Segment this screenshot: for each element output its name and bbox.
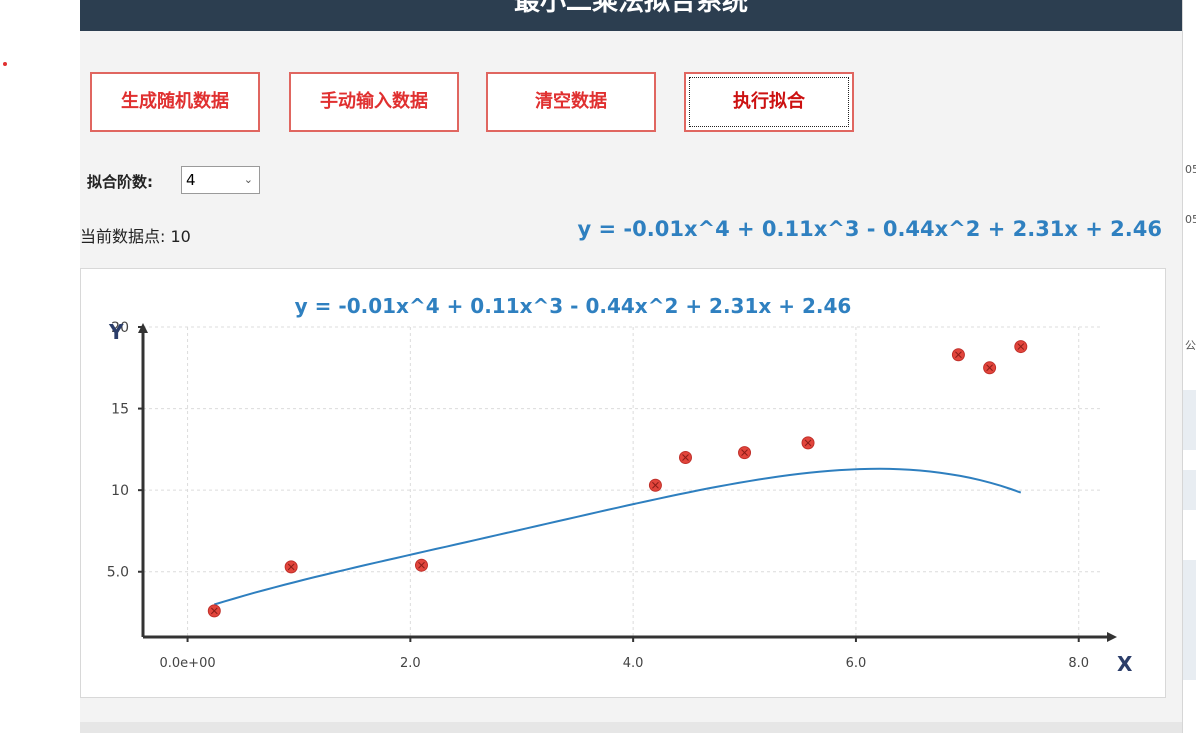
y-axis-label: Y <box>108 320 124 344</box>
chevron-down-icon: ⌄ <box>243 173 253 186</box>
data-point <box>738 446 752 460</box>
x-tick-label: 2.0 <box>400 656 421 671</box>
data-point <box>207 604 221 618</box>
data-point <box>983 361 997 375</box>
x-axis-label: X <box>1117 652 1133 676</box>
fit-chart: 0.0e+00 2.0 4.0 6.0 8.05.0101520 y = -0.01x^… <box>107 294 1133 676</box>
red-marker-dot <box>3 62 7 66</box>
x-tick-label: 4.0 <box>623 656 644 671</box>
background-window-strip: 05 05 公 <box>1182 0 1196 733</box>
background-text-fragment: 05 <box>1185 213 1196 226</box>
x-tick-label: 8.0 <box>1068 656 1089 671</box>
x-tick-label: 0.0e+00 <box>160 656 216 671</box>
data-point <box>414 558 428 572</box>
data-point-count: 当前数据点: 10 <box>80 227 191 246</box>
background-band <box>1183 560 1196 680</box>
chart-title: y = -0.01x^4 + 0.11x^3 - 0.44x^2 + 2.31x… <box>295 294 852 318</box>
clear-data-button[interactable]: 清空数据 <box>486 72 656 132</box>
data-point <box>951 348 965 362</box>
left-background-strip <box>0 0 80 733</box>
y-tick-label: 10 <box>111 483 129 499</box>
status-bar <box>80 722 1182 733</box>
data-point <box>801 436 815 450</box>
degree-label: 拟合阶数: <box>87 173 153 191</box>
data-points <box>207 340 1028 618</box>
app-window: 最小二乘法拟合系统 生成随机数据 手动输入数据 清空数据 执行拟合 拟合阶数: … <box>80 0 1182 733</box>
window-title: 最小二乘法拟合系统 <box>80 0 1182 31</box>
fit-curve <box>214 467 1022 606</box>
degree-value: 4 <box>186 171 196 189</box>
chart-grid <box>143 326 1101 637</box>
background-text-fragment: 05 <box>1185 163 1196 176</box>
execute-fit-button[interactable]: 执行拟合 <box>684 72 854 132</box>
data-point <box>284 560 298 574</box>
background-band <box>1183 390 1196 450</box>
chart-ticks: 0.0e+00 2.0 4.0 6.0 8.05.0101520 <box>107 320 1089 671</box>
y-tick-label: 5.0 <box>107 565 129 581</box>
data-point <box>678 451 692 465</box>
chart-panel: 0.0e+00 2.0 4.0 6.0 8.0 5.0 10 15 20 y = -0.01x^… <box>80 268 1166 698</box>
background-band <box>1183 470 1196 510</box>
background-text-fragment: 公 <box>1185 339 1196 352</box>
x-axis-arrow <box>1107 632 1117 642</box>
degree-select[interactable]: 4 ⌄ <box>181 166 260 194</box>
data-point <box>1014 340 1028 354</box>
data-point <box>648 478 662 492</box>
fit-formula-label: y = -0.01x^4 + 0.11x^3 - 0.44x^2 + 2.31x… <box>577 217 1162 241</box>
generate-random-data-button[interactable]: 生成随机数据 <box>90 72 260 132</box>
manual-input-data-button[interactable]: 手动输入数据 <box>289 72 459 132</box>
chart-axes <box>138 323 1117 642</box>
y-tick-label: 15 <box>111 402 129 418</box>
x-tick-label: 6.0 <box>846 656 867 671</box>
